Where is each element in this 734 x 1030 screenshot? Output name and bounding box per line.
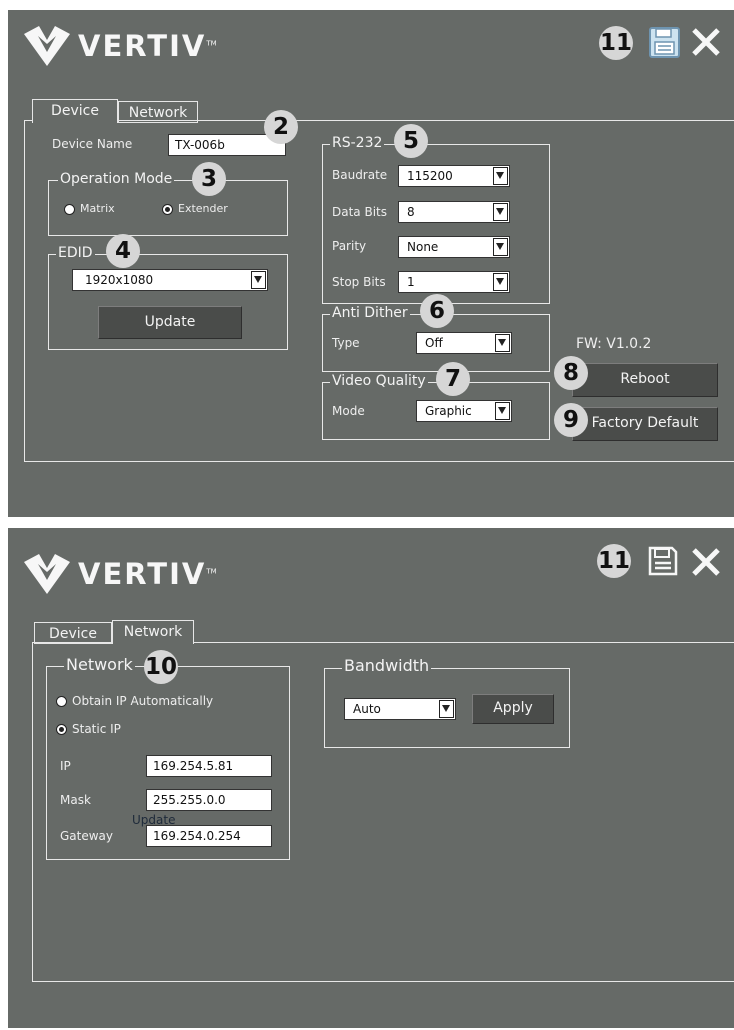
factory-default-button[interactable]: Factory Default <box>572 407 718 441</box>
baudrate-label: Baudrate <box>332 168 388 182</box>
baudrate-select[interactable]: 115200 <box>398 165 510 187</box>
chevron-down-icon <box>493 273 508 291</box>
device-name-label: Device Name <box>52 137 133 151</box>
chevron-down-icon <box>493 167 508 185</box>
chevron-down-icon <box>439 700 454 718</box>
parity-value: None <box>407 240 439 254</box>
callout-11: 11 <box>597 544 631 578</box>
stop-bits-select[interactable]: 1 <box>398 271 510 293</box>
anti-dither-value: Off <box>425 336 443 350</box>
callout-5: 5 <box>394 124 428 158</box>
parity-label: Parity <box>332 239 367 253</box>
tab-device[interactable]: Device <box>32 99 118 123</box>
vertiv-logo-icon <box>24 26 70 66</box>
callout-3: 3 <box>192 162 226 196</box>
chevron-down-icon <box>495 402 510 420</box>
rs232-title: RS-232 <box>330 135 385 151</box>
gateway-input[interactable]: 169.254.0.254 <box>146 825 272 847</box>
bandwidth-title: Bandwidth <box>342 656 432 675</box>
video-quality-title: Video Quality <box>330 373 428 389</box>
brand-name: VERTIVTM <box>78 29 217 63</box>
extender-label: Extender <box>178 202 228 215</box>
callout-11: 11 <box>599 26 633 60</box>
chevron-down-icon <box>495 334 510 352</box>
ip-input[interactable]: 169.254.5.81 <box>146 755 272 777</box>
data-bits-label: Data Bits <box>332 205 387 219</box>
apply-button[interactable]: Apply <box>472 694 554 724</box>
ip-label: IP <box>60 759 71 773</box>
vertiv-logo: VERTIVTM <box>24 26 217 66</box>
video-quality-mode-label: Mode <box>332 404 365 418</box>
obtain-ip-auto-label: Obtain IP Automatically <box>72 694 214 708</box>
vertiv-logo: VERTIVTM <box>24 554 217 594</box>
close-icon[interactable] <box>690 546 722 578</box>
callout-9: 9 <box>554 403 588 437</box>
callout-7: 7 <box>436 362 470 396</box>
data-bits-select[interactable]: 8 <box>398 201 510 223</box>
callout-2: 2 <box>264 110 298 144</box>
matrix-radio[interactable] <box>64 204 75 215</box>
operation-mode-title: Operation Mode <box>58 171 175 187</box>
bandwidth-select[interactable]: Auto <box>344 698 456 720</box>
edid-value: 1920x1080 <box>85 273 154 287</box>
static-ip-radio[interactable] <box>56 724 67 735</box>
device-settings-window: VERTIVTM 11 Device Network Device Name T… <box>8 10 734 517</box>
save-icon[interactable] <box>648 26 681 59</box>
chevron-down-icon <box>251 271 266 289</box>
tab-device[interactable]: Device <box>34 622 112 644</box>
reboot-button[interactable]: Reboot <box>572 363 718 397</box>
extender-radio[interactable] <box>162 204 173 215</box>
stop-bits-value: 1 <box>407 275 415 289</box>
callout-6: 6 <box>420 294 454 328</box>
callout-8: 8 <box>554 356 588 390</box>
anti-dither-title: Anti Dither <box>330 305 410 321</box>
data-bits-value: 8 <box>407 205 415 219</box>
edid-update-button[interactable]: Update <box>98 306 242 339</box>
video-quality-value: Graphic <box>425 404 472 418</box>
edid-select[interactable]: 1920x1080 <box>72 269 268 291</box>
parity-select[interactable]: None <box>398 236 510 258</box>
obtain-ip-auto-radio[interactable] <box>56 696 67 707</box>
matrix-label: Matrix <box>80 202 115 215</box>
chevron-down-icon <box>493 238 508 256</box>
chevron-down-icon <box>493 203 508 221</box>
network-settings-window: VERTIVTM 11 Device Network Network 10 Ob… <box>8 528 734 1028</box>
callout-4: 4 <box>106 234 140 268</box>
tab-network[interactable]: Network <box>112 620 194 644</box>
callout-10: 10 <box>144 650 178 684</box>
edid-title: EDID <box>56 245 95 261</box>
brand-name: VERTIVTM <box>78 557 217 591</box>
static-ip-label: Static IP <box>72 722 121 736</box>
firmware-version: FW: V1.0.2 <box>576 336 652 352</box>
video-quality-select[interactable]: Graphic <box>416 400 512 422</box>
mask-input[interactable]: 255.255.0.0 <box>146 789 272 811</box>
anti-dither-type-label: Type <box>332 336 360 350</box>
stop-bits-label: Stop Bits <box>332 275 386 289</box>
network-title: Network <box>64 655 135 674</box>
save-icon[interactable] <box>648 546 678 576</box>
mask-label: Mask <box>60 793 91 807</box>
tab-network[interactable]: Network <box>118 101 198 123</box>
close-icon[interactable] <box>690 26 722 58</box>
anti-dither-select[interactable]: Off <box>416 332 512 354</box>
bandwidth-value: Auto <box>353 702 381 716</box>
gateway-label: Gateway <box>60 829 114 843</box>
baudrate-value: 115200 <box>407 169 453 183</box>
vertiv-logo-icon <box>24 554 70 594</box>
